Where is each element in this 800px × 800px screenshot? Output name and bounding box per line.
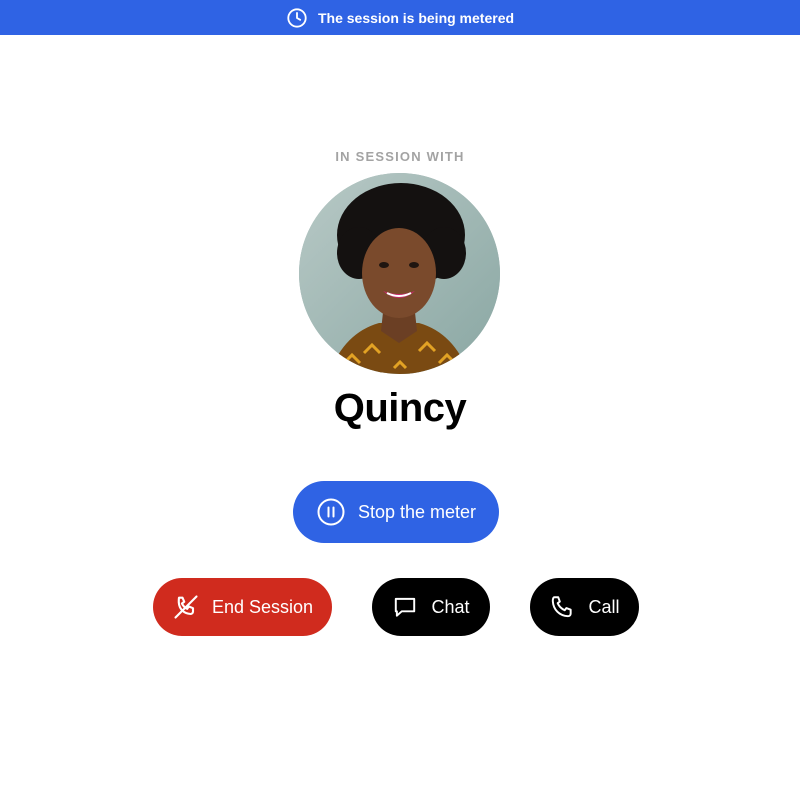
metered-banner: The session is being metered xyxy=(0,0,800,35)
chat-button[interactable]: Chat xyxy=(372,578,490,636)
session-screen: The session is being metered IN SESSION … xyxy=(0,0,800,800)
avatar xyxy=(299,173,500,374)
clock-icon xyxy=(286,7,308,29)
chat-label: Chat xyxy=(431,596,470,617)
participant-name: Quincy xyxy=(333,386,467,430)
stop-meter-button[interactable]: Stop the meter xyxy=(293,481,499,543)
call-button[interactable]: Call xyxy=(530,578,639,636)
phone-icon xyxy=(549,594,575,620)
session-eyebrow: IN SESSION WITH xyxy=(335,149,465,164)
pause-circle-icon xyxy=(316,497,346,527)
call-label: Call xyxy=(588,596,620,617)
end-session-label: End Session xyxy=(211,596,314,617)
chat-bubble-icon xyxy=(392,594,418,620)
stop-meter-label: Stop the meter xyxy=(357,501,477,522)
phone-off-icon xyxy=(172,593,200,621)
banner-text: The session is being metered xyxy=(317,9,515,26)
end-session-button[interactable]: End Session xyxy=(153,578,332,636)
